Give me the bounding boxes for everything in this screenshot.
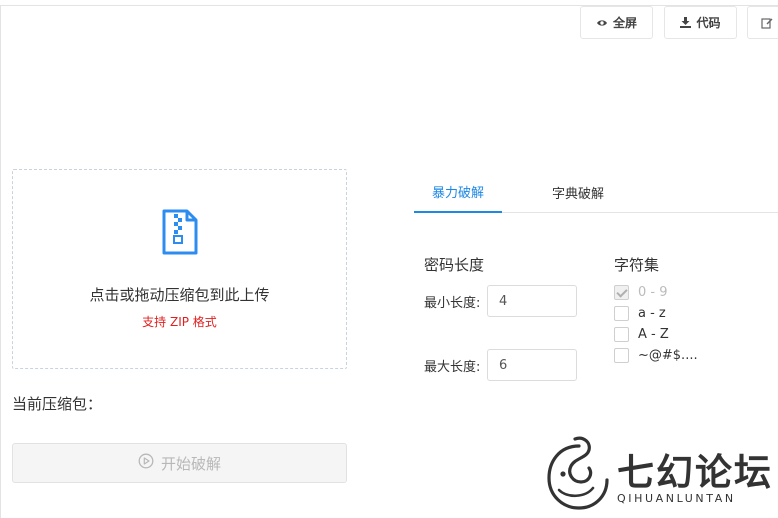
upload-dropzone[interactable]: 点击或拖动压缩包到此上传 支持 ZIP 格式 <box>12 169 347 369</box>
checkbox-box[interactable] <box>614 305 629 321</box>
charset-lowercase-checkbox[interactable]: a - z <box>614 305 666 321</box>
start-crack-button[interactable]: 开始破解 <box>12 443 347 483</box>
max-length-label: 最大长度: <box>424 360 481 375</box>
code-button[interactable]: 代码 <box>664 6 737 39</box>
fullscreen-button[interactable]: 全屏 <box>580 6 653 39</box>
start-crack-label: 开始破解 <box>160 454 221 473</box>
checkbox-box[interactable] <box>614 284 629 300</box>
watermark-en-text: QIHUANLUNTAN <box>617 492 736 505</box>
charset-symbols-label: ~@#$.... <box>638 347 698 363</box>
charset-digits-label: 0 - 9 <box>638 284 668 300</box>
crack-mode-tabs: 暴力破解 字典破解 <box>414 172 778 213</box>
charset-digits-checkbox[interactable]: 0 - 9 <box>614 284 668 300</box>
upload-format-hint: 支持 ZIP 格式 <box>142 315 217 329</box>
tab-dictionary[interactable]: 字典破解 <box>534 172 622 213</box>
site-watermark-logo: 七幻论坛 QIHUANLUNTAN <box>545 436 778 518</box>
min-length-label: 最小长度: <box>424 296 481 311</box>
charset-uppercase-label: A - Z <box>638 326 669 342</box>
play-circle-icon <box>138 453 154 473</box>
zip-file-icon <box>161 208 199 260</box>
charset-uppercase-checkbox[interactable]: A - Z <box>614 326 669 342</box>
watermark-cn-text: 七幻论坛 <box>617 451 773 494</box>
fullscreen-label: 全屏 <box>612 16 637 30</box>
charset-symbols-checkbox[interactable]: ~@#$.... <box>614 347 698 363</box>
max-length-input[interactable]: 6 <box>487 349 577 381</box>
tab-brute-force[interactable]: 暴力破解 <box>414 172 502 213</box>
password-length-heading: 密码长度 <box>424 256 485 274</box>
charset-lowercase-label: a - z <box>638 305 666 321</box>
charset-heading: 字符集 <box>614 256 660 274</box>
checkbox-box[interactable] <box>614 347 629 363</box>
min-length-input[interactable]: 4 <box>487 285 577 317</box>
edit-icon <box>761 17 773 29</box>
edit-button[interactable] <box>747 6 778 39</box>
upload-hint-text: 点击或拖动压缩包到此上传 <box>89 286 270 304</box>
current-archive-label: 当前压缩包： <box>12 395 103 413</box>
checkbox-box[interactable] <box>614 326 629 342</box>
download-icon <box>680 17 692 28</box>
code-label: 代码 <box>696 16 721 30</box>
eye-icon <box>596 18 608 28</box>
